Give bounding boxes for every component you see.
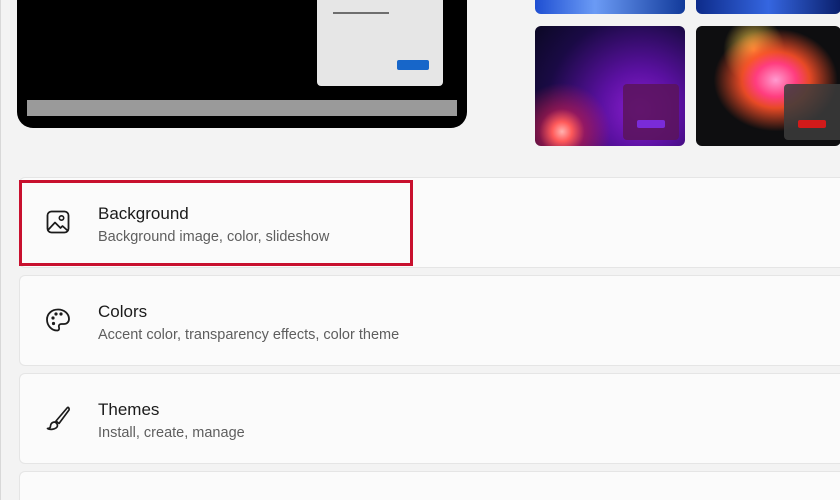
partial-setting-card[interactable] (19, 471, 840, 500)
theme-thumbnail-bloom-dark[interactable] (696, 0, 840, 14)
theme-thumbnail-glow[interactable] (535, 26, 685, 146)
themes-setting-card[interactable]: Themes Install, create, manage (19, 373, 840, 464)
colors-setting-card[interactable]: Colors Accent color, transparency effect… (19, 275, 840, 366)
theme-preview (17, 0, 467, 128)
palette-icon (46, 308, 70, 332)
theme-thumbnail-captured-motion[interactable] (696, 26, 840, 146)
brush-icon (46, 406, 71, 431)
personalization-page: Background Background image, color, slid… (0, 0, 840, 500)
thumbnail-window (784, 84, 840, 140)
card-subtitle: Accent color, transparency effects, colo… (98, 327, 400, 343)
background-setting-card[interactable]: Background Background image, color, slid… (19, 177, 840, 268)
card-title: Background (98, 204, 189, 223)
thumbnail-accent (637, 120, 665, 128)
preview-window (317, 0, 443, 86)
card-title: Colors (98, 302, 148, 321)
thumbnail-accent (798, 120, 826, 128)
preview-window-line (333, 12, 389, 14)
card-subtitle: Install, create, manage (98, 425, 245, 441)
card-subtitle: Background image, color, slideshow (98, 229, 330, 245)
thumbnail-window (623, 84, 679, 140)
image-icon (46, 210, 70, 234)
preview-taskbar (27, 100, 457, 116)
preview-window-button (397, 60, 429, 70)
card-title: Themes (98, 400, 160, 419)
theme-thumbnail-bloom-light[interactable] (535, 0, 685, 14)
